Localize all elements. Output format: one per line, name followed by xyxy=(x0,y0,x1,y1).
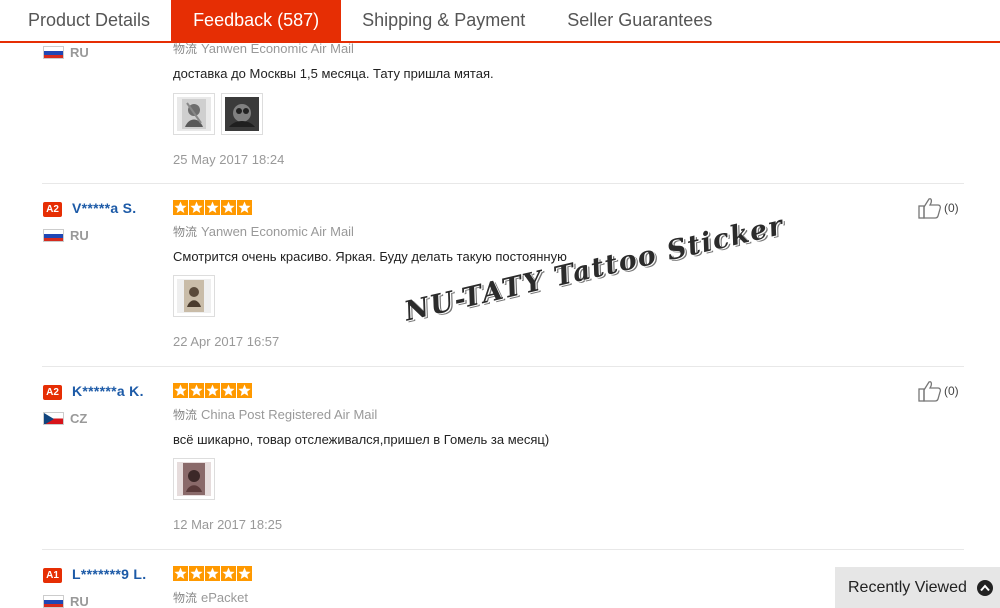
review-photo-thumbnail[interactable] xyxy=(173,93,215,135)
star-icon xyxy=(237,383,252,398)
star-icon xyxy=(189,566,204,581)
star-rating xyxy=(173,383,252,398)
reviewer-name[interactable]: V*****a S. xyxy=(72,200,136,216)
shipping-method: 物流 Yanwen Economic Air Mail xyxy=(173,40,354,57)
star-icon xyxy=(237,200,252,215)
recently-viewed-button[interactable]: Recently Viewed xyxy=(835,567,1000,608)
tattoo-photo-icon xyxy=(225,97,259,131)
reviewer-name[interactable]: K******a K. xyxy=(72,383,144,399)
star-icon xyxy=(173,566,188,581)
reviewer-country: CZ xyxy=(70,411,88,426)
buyer-level-badge: A2 xyxy=(43,202,62,217)
flag-ru-icon xyxy=(43,595,64,608)
shipping-label: 物流 xyxy=(173,408,198,422)
review-date: 25 May 2017 18:24 xyxy=(173,152,285,167)
shipping-method: 物流 China Post Registered Air Mail xyxy=(173,406,377,423)
feedback-tabs: Product Details Feedback (587) Shipping … xyxy=(0,0,1000,43)
star-icon xyxy=(189,200,204,215)
review-date: 22 Apr 2017 16:57 xyxy=(173,334,280,349)
tab-product-details[interactable]: Product Details xyxy=(0,0,171,41)
tab-shipping-payment[interactable]: Shipping & Payment xyxy=(341,0,546,41)
shipping-method-name: China Post Registered Air Mail xyxy=(201,407,378,422)
review-divider xyxy=(42,549,964,550)
star-icon xyxy=(173,200,188,215)
tab-feedback[interactable]: Feedback (587) xyxy=(171,0,342,41)
shipping-label: 物流 xyxy=(173,591,198,605)
buyer-level-badge: A2 xyxy=(43,385,62,400)
review-photo-thumbnail[interactable] xyxy=(173,458,215,500)
reviewer-name[interactable]: L*******9 L. xyxy=(72,566,146,582)
star-icon xyxy=(205,383,220,398)
review-photo-thumbnail[interactable] xyxy=(221,93,263,135)
review-text: всё шикарно, товар отслеживался,пришел в… xyxy=(173,432,550,447)
buyer-level-badge: A1 xyxy=(43,568,62,583)
tattoo-photo-icon xyxy=(177,279,211,313)
star-icon xyxy=(237,566,252,581)
review-text: доставка до Москвы 1,5 месяца. Тату приш… xyxy=(173,66,494,81)
shipping-method-name: Yanwen Economic Air Mail xyxy=(201,224,354,239)
watermark-text: NU-TATY Tattoo Sticker xyxy=(401,210,788,328)
flag-ru-icon xyxy=(43,229,64,242)
shipping-label: 物流 xyxy=(173,225,198,239)
thumbs-up-icon xyxy=(918,198,942,219)
helpful-button[interactable]: (0) xyxy=(918,380,959,402)
tattoo-photo-icon xyxy=(177,462,211,496)
star-icon xyxy=(221,200,236,215)
shipping-label: 物流 xyxy=(173,42,198,56)
flag-cz-icon xyxy=(43,412,64,425)
reviewer-country: RU xyxy=(70,594,89,608)
shipping-method: 物流 ePacket xyxy=(173,589,248,606)
tab-seller-guarantees[interactable]: Seller Guarantees xyxy=(546,0,733,41)
flag-ru-icon xyxy=(43,46,64,59)
chevron-up-icon xyxy=(976,579,993,596)
thumbs-up-icon xyxy=(918,381,942,402)
shipping-method: 物流 Yanwen Economic Air Mail xyxy=(173,223,354,240)
helpful-button[interactable]: (0) xyxy=(918,197,959,219)
shipping-method-name: ePacket xyxy=(201,590,248,605)
review-divider xyxy=(42,366,964,367)
recently-viewed-label: Recently Viewed xyxy=(848,578,967,596)
helpful-count: (0) xyxy=(944,384,959,398)
star-icon xyxy=(173,383,188,398)
star-icon xyxy=(221,566,236,581)
review-text: Смотрится очень красиво. Яркая. Буду дел… xyxy=(173,249,567,264)
star-rating xyxy=(173,200,252,215)
star-icon xyxy=(205,566,220,581)
tattoo-photo-icon xyxy=(177,97,211,131)
reviewer-country: RU xyxy=(70,45,89,60)
review-date: 12 Mar 2017 18:25 xyxy=(173,517,283,532)
star-icon xyxy=(205,200,220,215)
review-divider xyxy=(42,183,964,184)
star-icon xyxy=(189,383,204,398)
star-rating xyxy=(173,566,252,581)
helpful-count: (0) xyxy=(944,201,959,215)
review-photo-thumbnail[interactable] xyxy=(173,275,215,317)
shipping-method-name: Yanwen Economic Air Mail xyxy=(201,41,354,56)
star-icon xyxy=(221,383,236,398)
reviewer-country: RU xyxy=(70,228,89,243)
